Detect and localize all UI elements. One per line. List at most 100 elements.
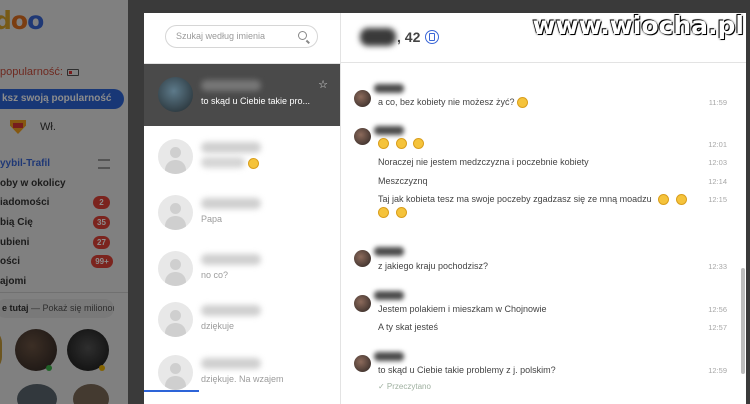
conversation-name-redacted — [201, 142, 261, 153]
app-sidebar: doo popularność: ksz swoją popularność W… — [0, 0, 128, 404]
contact-age: , 42 — [397, 29, 421, 45]
super-powers-row[interactable]: Wł. — [10, 120, 56, 134]
conversation-item[interactable]: dziękuje. Na wzajem — [144, 342, 340, 404]
message-text: Jestem polakiem i mieszkam w Chojnowie — [378, 304, 547, 314]
menu-label: bią Cię — [0, 217, 33, 229]
message-emojis — [378, 138, 425, 150]
conversation-preview: no co? — [201, 270, 229, 280]
sender-name-redacted — [374, 352, 404, 361]
message-time: 12:57 — [708, 323, 727, 332]
badoo-logo[interactable]: doo — [0, 6, 44, 35]
message-text: Taj jak kobieta tesz ma swoje poczeby zg… — [378, 194, 687, 206]
featured-avatar[interactable] — [0, 329, 2, 371]
promo-bold: e tutaj — [2, 303, 29, 313]
sender-name-redacted — [374, 247, 404, 256]
popularity-label: popularność: — [0, 66, 63, 78]
menu-label: ubieni — [0, 236, 30, 248]
menu-item-visitors[interactable]: ości 99+ — [0, 252, 128, 272]
super-label: Wł. — [40, 121, 56, 133]
loading-bar — [144, 390, 199, 392]
conversation-name-redacted — [201, 358, 261, 369]
watermark: www.wiocha.pl — [532, 11, 744, 40]
sender-avatar[interactable] — [354, 295, 371, 312]
popularity-row[interactable]: popularność: — [0, 66, 79, 78]
menu-item-encounters[interactable]: yybil-Trafil — [0, 154, 128, 174]
menu-item-liked-you[interactable]: bią Cię 35 — [0, 213, 128, 233]
sender-name-redacted — [374, 84, 404, 93]
avatar-placeholder — [158, 139, 193, 174]
message-time: 11:59 — [708, 98, 727, 107]
conversation-item[interactable]: Papa — [144, 182, 340, 244]
search-input[interactable]: Szukaj według imienia — [165, 25, 318, 48]
menu-label: iadomości — [0, 197, 50, 209]
menu-label: oby w okolicy — [0, 177, 66, 189]
menu-item-messages[interactable]: iadomości 2 — [0, 193, 128, 213]
preview-redacted — [201, 157, 245, 168]
message-emojis — [378, 207, 407, 219]
featured-avatar[interactable] — [17, 384, 57, 404]
message-text: Meszczyznq — [378, 176, 428, 186]
sender-name-redacted — [374, 291, 404, 300]
smiley-icon — [675, 194, 687, 206]
verified-phone-icon[interactable] — [425, 30, 439, 44]
message-list[interactable]: a co, bez kobiety nie możesz żyć? 11:59 … — [341, 64, 746, 404]
message-text: Noraczej nie jestem medzczyzna i poczebn… — [378, 157, 589, 167]
smiley-icon — [378, 138, 389, 150]
smiley-icon — [413, 138, 425, 150]
conversation-preview: dziękuje. Na wzajem — [201, 374, 284, 384]
menu-item-friends[interactable]: ajomi — [0, 272, 128, 292]
conversation-name-redacted — [201, 305, 261, 316]
scrollbar[interactable] — [741, 268, 745, 374]
battery-icon — [67, 68, 79, 76]
read-receipt: ✓ Przeczytano — [378, 382, 431, 391]
promo-text: — Pokaż się milionom! — [28, 303, 114, 313]
sender-name-redacted — [374, 126, 404, 135]
boost-popularity-button[interactable]: ksz swoją popularność — [0, 89, 124, 109]
menu-item-favourites[interactable]: ubieni 27 — [0, 232, 128, 252]
sender-avatar[interactable] — [354, 128, 371, 145]
superpower-icon — [10, 120, 26, 134]
sender-avatar[interactable] — [354, 355, 371, 372]
divider — [0, 292, 128, 293]
conversation-item[interactable]: to skąd u Ciebie takie pro... ☆ — [144, 64, 340, 126]
smiley-icon — [395, 138, 407, 150]
filter-icon[interactable] — [98, 158, 110, 169]
menu-item-nearby[interactable]: oby w okolicy — [0, 174, 128, 194]
promo-pill[interactable]: e tutaj — Pokaż się milionom! — [0, 299, 114, 318]
messages-badge: 2 — [93, 196, 110, 210]
avatar-placeholder — [158, 251, 193, 286]
sender-avatar[interactable] — [354, 90, 371, 107]
contact-name-redacted[interactable] — [360, 28, 396, 46]
star-icon[interactable]: ☆ — [318, 78, 328, 91]
conversation-list-pane: Szukaj według imienia to skąd u Ciebie t… — [144, 13, 341, 404]
chat-pane: , 42 a co, bez kobiety nie możesz żyć? 1… — [341, 13, 746, 404]
conversation-name-redacted — [201, 254, 261, 265]
message-text: z jakiego kraju pochodzisz? — [378, 261, 489, 271]
conversation-item[interactable] — [144, 126, 340, 188]
search-placeholder: Szukaj według imienia — [176, 31, 266, 41]
featured-avatar[interactable] — [73, 384, 109, 404]
visitors-badge: 99+ — [91, 255, 113, 269]
conversation-preview: Papa — [201, 214, 223, 224]
message-time: 12:59 — [708, 366, 727, 375]
search-icon[interactable] — [298, 31, 307, 40]
avatar-placeholder — [158, 302, 193, 337]
message-time: 12:15 — [708, 195, 727, 204]
online-dot — [99, 365, 105, 371]
liked-badge: 35 — [93, 216, 110, 230]
online-dot — [46, 365, 52, 371]
smiley-icon — [517, 97, 529, 109]
menu-label: ości — [0, 256, 21, 268]
avatar-placeholder — [158, 195, 193, 230]
smiley-icon — [378, 207, 389, 219]
message-time: 12:56 — [708, 305, 727, 314]
messages-modal: Szukaj według imienia to skąd u Ciebie t… — [144, 13, 746, 404]
conversation-name-redacted — [201, 80, 261, 91]
menu-label: ajomi — [0, 275, 27, 287]
conversation-name-redacted — [201, 198, 261, 209]
message-time: 12:14 — [708, 177, 727, 186]
sender-avatar[interactable] — [354, 250, 371, 267]
smiley-icon — [658, 194, 670, 206]
main-menu: yybil-Trafil oby w okolicy iadomości 2 b… — [0, 154, 128, 291]
smiley-icon — [248, 158, 259, 169]
